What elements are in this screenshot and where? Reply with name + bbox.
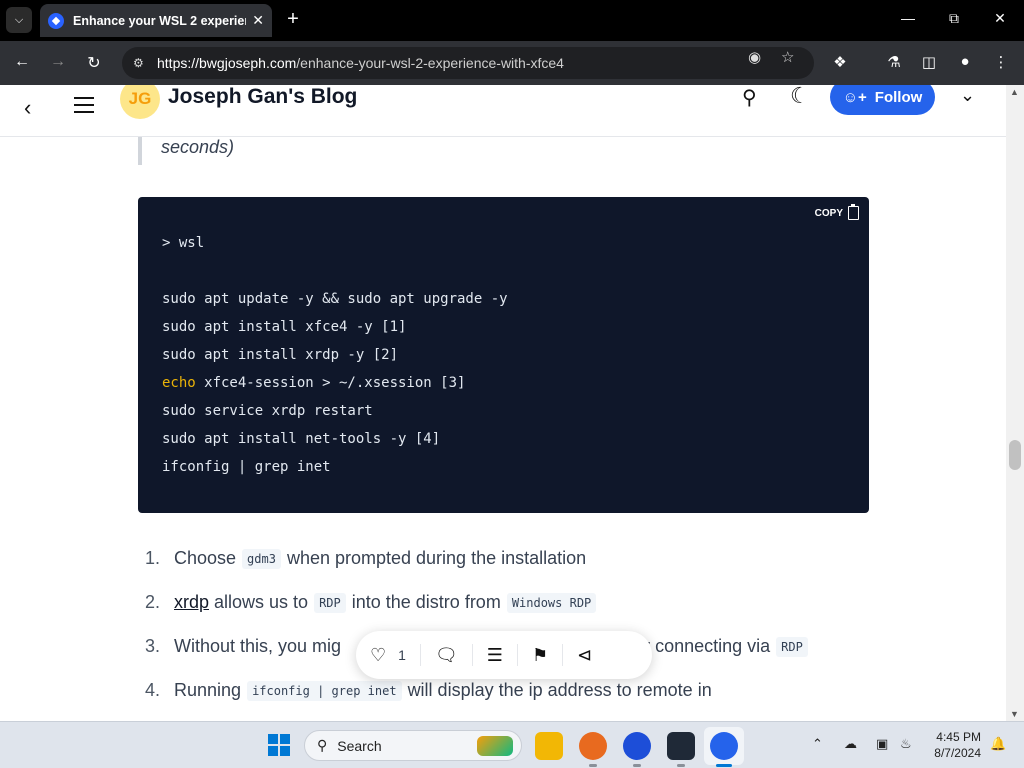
close-window-button[interactable]: ✕ <box>990 10 1010 27</box>
back-button[interactable]: ← <box>11 53 33 71</box>
code-lines: > wsl sudo apt update -y && sudo apt upgr… <box>162 229 508 481</box>
new-tab-button[interactable]: + <box>282 8 304 31</box>
windows-taskbar: ⚲ Search ⌃ ☁ ▣ ♨ 4:45 PM 8/7/2024 🔔 <box>0 721 1024 768</box>
chrome-dev-icon[interactable] <box>623 732 651 760</box>
scroll-up-icon[interactable]: ▲ <box>1010 87 1019 97</box>
like-count: 1 <box>398 647 406 663</box>
network-icon[interactable]: ▣ <box>876 736 888 752</box>
code-line: sudo apt install xrdp -y [2] <box>162 347 399 363</box>
time: 4:45 PM <box>936 730 981 744</box>
close-icon[interactable]: ✕ <box>252 12 264 29</box>
xrdp-link[interactable]: xrdp <box>174 592 209 613</box>
code-line: sudo apt install net-tools -y [4] <box>162 431 441 447</box>
code-line: ifconfig | grep inet <box>162 459 331 475</box>
profile-icon[interactable]: ● <box>955 53 975 70</box>
blog-title[interactable]: Joseph Gan's Blog <box>168 85 357 109</box>
code-line: sudo apt install xfce4 -y [1] <box>162 319 407 335</box>
forward-button[interactable]: → <box>47 53 69 71</box>
address-bar[interactable]: ⚙ https://bwgjoseph.com/enhance-your-wsl… <box>122 47 814 79</box>
clipboard-icon <box>848 204 859 220</box>
eye-off-icon[interactable]: ◉ <box>748 48 761 66</box>
url-text: https://bwgjoseph.com/enhance-your-wsl-2… <box>157 55 564 71</box>
search-label: Search <box>337 737 382 754</box>
web-page: seconds) ‹ JG Joseph Gan's Blog ⚲ ☾ ☺+ F… <box>0 85 1024 721</box>
reaction-bar: ♡ 1 🗨 ☰ ⚑ ⊲ <box>356 631 652 679</box>
firefox-icon[interactable] <box>579 732 607 760</box>
bookmark-icon[interactable]: ⚑ <box>532 645 548 666</box>
chevron-down-icon[interactable]: ⌄ <box>960 85 975 106</box>
search-icon[interactable]: ⚲ <box>742 85 757 110</box>
follow-button[interactable]: ☺+ Follow <box>830 85 935 115</box>
moon-icon[interactable]: ☾ <box>790 85 810 109</box>
heart-icon: ♡ <box>370 644 387 665</box>
code-line: echo xfce4-session > ~/.xsession [3] <box>162 375 466 391</box>
code-line: sudo service xrdp restart <box>162 403 373 419</box>
sidebar-icon[interactable]: ◫ <box>919 53 939 71</box>
labs-icon[interactable]: ⚗ <box>884 53 904 71</box>
search-icon: ⚲ <box>317 737 328 753</box>
like-button[interactable]: ♡ 1 <box>370 645 406 666</box>
active-tab[interactable]: Enhance your WSL 2 experienc ✕ <box>40 4 272 37</box>
copy-button[interactable]: COPY <box>814 204 859 220</box>
chevron-up-icon[interactable]: ⌃ <box>812 736 823 752</box>
terminal-icon[interactable] <box>667 732 695 760</box>
browser-tab-bar: ⌵ Enhance your WSL 2 experienc ✕ + — ⧉ ✕ <box>0 0 1024 41</box>
back-arrow-icon[interactable]: ‹ <box>24 95 31 121</box>
star-icon[interactable]: ☆ <box>781 48 794 66</box>
comment-icon[interactable]: 🗨 <box>435 645 458 666</box>
hashnode-favicon-icon <box>48 12 64 29</box>
blockquote-text: seconds) <box>161 137 235 157</box>
date: 8/7/2024 <box>934 746 981 760</box>
notification-bell-icon[interactable]: 🔔 <box>990 736 1006 752</box>
scroll-down-icon[interactable]: ▼ <box>1010 709 1019 719</box>
volume-icon[interactable]: ♨ <box>900 736 912 752</box>
page-scrollbar[interactable]: ▲ ▼ <box>1006 85 1024 721</box>
code-block: COPY > wsl sudo apt update -y && sudo apt… <box>138 197 869 513</box>
extensions-icon[interactable]: ❖ <box>830 53 850 71</box>
site-info-icon[interactable]: ⚙ <box>133 56 149 70</box>
browser-toolbar: ← → ↻ ⚙ https://bwgjoseph.com/enhance-yo… <box>0 41 1024 85</box>
chrome-icon[interactable] <box>710 732 738 760</box>
restore-button[interactable]: ⧉ <box>944 10 964 27</box>
code-line: sudo apt update -y && sudo apt upgrade -… <box>162 291 508 307</box>
list-item: 4. Running ifconfig | grep inet will dis… <box>145 680 712 701</box>
code-line: > wsl <box>162 235 205 251</box>
copy-label: COPY <box>814 207 843 219</box>
start-button[interactable] <box>268 734 290 756</box>
blog-logo[interactable]: JG <box>120 85 160 119</box>
list-item: 2. xrdp allows us to RDP into the distro… <box>145 592 602 613</box>
scroll-thumb[interactable] <box>1009 440 1021 470</box>
clock[interactable]: 4:45 PM 8/7/2024 <box>924 729 981 761</box>
taskbar-search[interactable]: ⚲ Search <box>304 730 522 761</box>
follow-label: Follow <box>874 88 923 106</box>
reload-button[interactable]: ↻ <box>83 53 105 73</box>
file-explorer-icon[interactable] <box>535 732 563 760</box>
minimize-button[interactable]: — <box>898 10 918 26</box>
tab-title: Enhance your WSL 2 experienc <box>73 13 247 28</box>
kebab-icon[interactable]: ⋮ <box>991 53 1011 71</box>
search-highlight-icon <box>477 736 513 756</box>
tab-search-button[interactable]: ⌵ <box>6 7 32 33</box>
blog-header: ‹ JG Joseph Gan's Blog ⚲ ☾ ☺+ Follow ⌄ <box>0 85 1006 137</box>
list-item: 1. Choose gdm3 when prompted during the … <box>145 548 587 569</box>
chevron-down-icon: ⌵ <box>14 13 24 26</box>
add-user-icon: ☺+ <box>842 88 867 106</box>
table-of-contents-icon[interactable]: ☰ <box>487 645 503 666</box>
share-icon[interactable]: ⊲ <box>577 645 592 666</box>
hamburger-menu-icon[interactable] <box>74 97 94 118</box>
cloud-off-icon[interactable]: ☁ <box>844 736 857 752</box>
